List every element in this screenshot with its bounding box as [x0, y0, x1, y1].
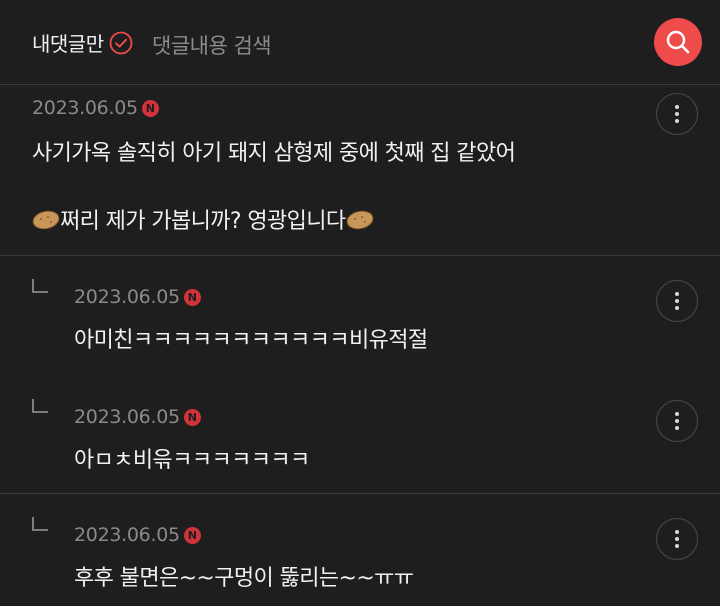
- comment-date: 2023.06.05: [74, 286, 180, 308]
- new-badge-icon: N: [183, 408, 201, 426]
- my-comments-toggle[interactable]: 내댓글만: [32, 28, 133, 57]
- new-badge-icon: N: [183, 526, 201, 544]
- more-vertical-icon: [675, 292, 679, 296]
- more-options-button[interactable]: [656, 93, 698, 135]
- check-circle-icon: [109, 31, 133, 54]
- potato-emoji-icon: [346, 210, 373, 230]
- search-icon: [666, 30, 690, 54]
- more-options-button[interactable]: [656, 400, 698, 442]
- comment-meta: 2023.06.05 N: [74, 524, 201, 546]
- more-vertical-icon-dot: [675, 119, 679, 123]
- comment-text: 사기가옥 솔직히 아기 돼지 삼형제 중에 첫째 집 같았어: [32, 135, 516, 167]
- more-vertical-icon: [675, 412, 679, 416]
- comment-date: 2023.06.05: [74, 406, 180, 428]
- comment-meta: 2023.06.05 N: [74, 286, 201, 308]
- more-vertical-icon: [675, 530, 679, 534]
- reply-arrow-icon: [32, 517, 48, 531]
- comment-text-line: 사기가옥 솔직히 아기 돼지 삼형제 중에 첫째 집 같았어: [32, 141, 516, 166]
- more-vertical-icon-dot: [675, 426, 679, 430]
- comment-item: 2023.06.05 N 사기가옥 솔직히 아기 돼지 삼형제 중에 첫째 집 …: [0, 85, 720, 255]
- more-vertical-icon-dot: [675, 419, 679, 423]
- search-input[interactable]: 댓글내용 검색: [152, 30, 272, 60]
- comment-meta: 2023.06.05 N: [74, 406, 201, 428]
- comment-filter-bar: 내댓글만 댓글내용 검색: [0, 0, 720, 85]
- comment-date: 2023.06.05: [32, 97, 138, 119]
- my-comments-label: 내댓글만: [32, 32, 104, 56]
- more-options-button[interactable]: [656, 518, 698, 560]
- more-vertical-icon-dot: [675, 544, 679, 548]
- more-vertical-icon-dot: [675, 112, 679, 116]
- reply-item: 2023.06.05 N 아미친ㅋㅋㅋㅋㅋㅋㅋㅋㅋㅋㅋ비유적절: [0, 256, 720, 376]
- search-button[interactable]: [654, 18, 702, 66]
- reply-item: 2023.06.05 N 후후 불면은~~구멍이 뚫리는~~ㅠㅠ: [0, 494, 720, 606]
- comment-text-line: 쩌리 제가 가봅니까? 영광입니다: [60, 209, 346, 234]
- reply-arrow-icon: [32, 279, 48, 293]
- comment-date: 2023.06.05: [74, 524, 180, 546]
- comment-text: 아ㅁㅊ비윾ㅋㅋㅋㅋㅋㅋㅋ: [74, 448, 310, 473]
- new-badge-icon: N: [183, 288, 201, 306]
- more-options-button[interactable]: [656, 280, 698, 322]
- more-vertical-icon-dot: [675, 306, 679, 310]
- more-vertical-icon-dot: [675, 299, 679, 303]
- reply-item: 2023.06.05 N 아ㅁㅊ비윾ㅋㅋㅋㅋㅋㅋㅋ: [0, 376, 720, 493]
- comment-meta: 2023.06.05 N: [32, 97, 159, 119]
- potato-emoji-icon: [32, 210, 60, 230]
- new-badge-icon: N: [141, 99, 159, 117]
- reply-arrow-icon: [32, 399, 48, 413]
- more-vertical-icon-dot: [675, 537, 679, 541]
- more-vertical-icon: [675, 105, 679, 109]
- comment-text: 후후 불면은~~구멍이 뚫리는~~ㅠㅠ: [74, 566, 414, 591]
- comment-text: 쩌리 제가 가봅니까? 영광입니다: [32, 203, 374, 235]
- comment-text: 아미친ㅋㅋㅋㅋㅋㅋㅋㅋㅋㅋㅋ비유적절: [74, 328, 428, 353]
